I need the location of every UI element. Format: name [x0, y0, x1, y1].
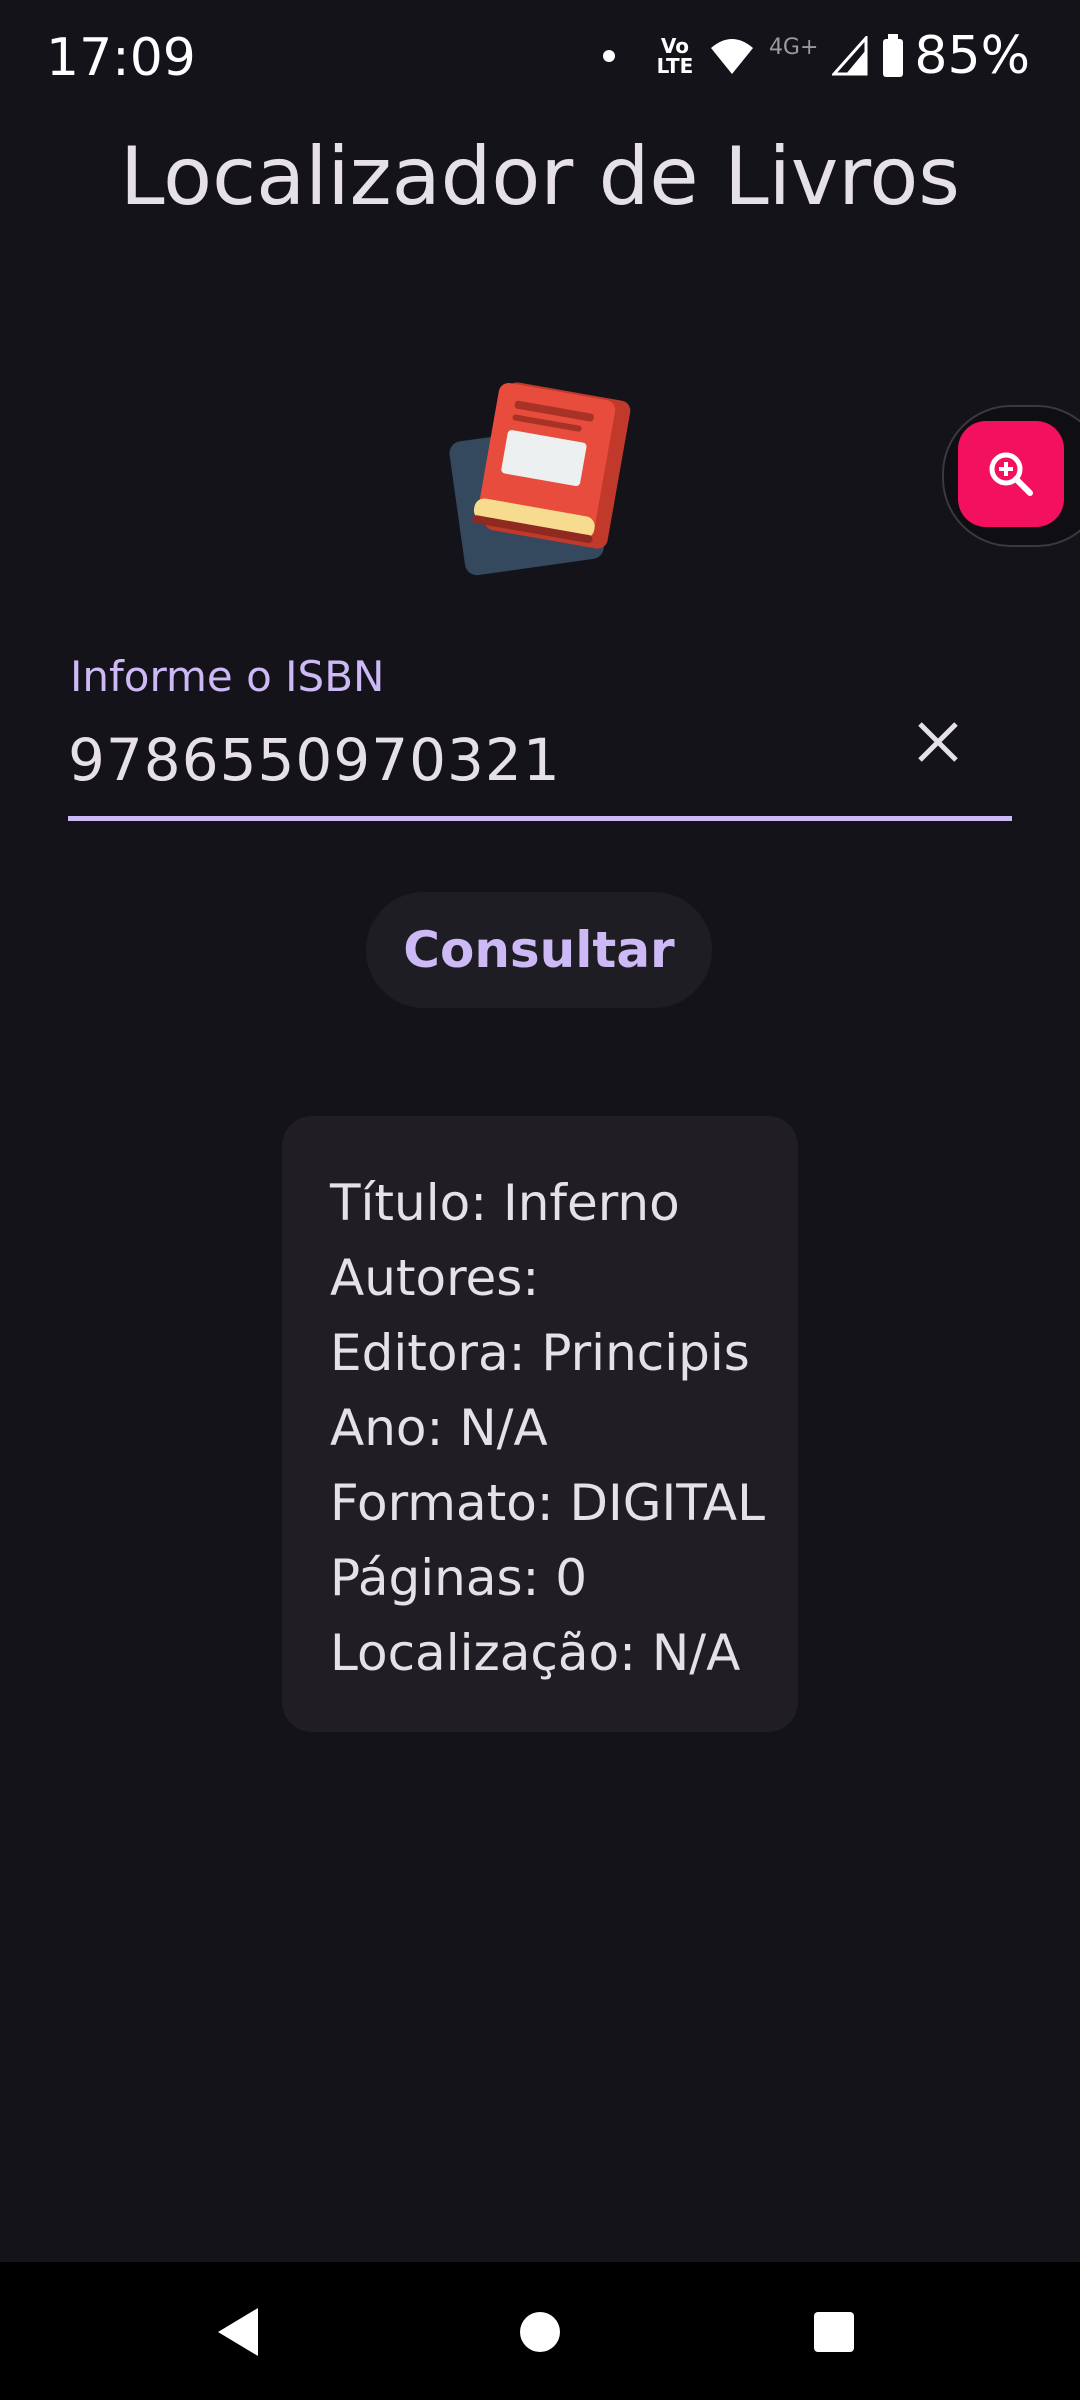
zoom-in-icon: [989, 452, 1033, 496]
wifi-icon: [710, 39, 753, 74]
isbn-input[interactable]: [68, 720, 888, 800]
close-icon: [918, 722, 958, 762]
consult-button[interactable]: Consultar: [366, 892, 712, 1008]
navigation-bar: [0, 2262, 1080, 2400]
battery-percentage: 85%: [914, 26, 1030, 86]
signal-icon: [832, 36, 868, 76]
zoom-button[interactable]: [958, 421, 1064, 527]
home-icon[interactable]: [520, 2312, 560, 2352]
page-title: Localizador de Livros: [120, 130, 960, 223]
book-stack-icon: [449, 382, 631, 576]
recents-icon[interactable]: [814, 2312, 854, 2352]
app-screen: 17:09 Vo LTE 4G+ 85% Localizador de Livr…: [0, 0, 1080, 2400]
result-publisher: Editora: Principis: [330, 1324, 750, 1382]
result-card: Título: Inferno Autores: Editora: Princi…: [282, 1116, 798, 1732]
status-bar: 17:09 Vo LTE 4G+ 85%: [0, 0, 1080, 115]
result-title: Título: Inferno: [330, 1174, 680, 1232]
volte-icon: Vo LTE: [656, 34, 694, 78]
result-location: Localização: N/A: [330, 1624, 741, 1682]
notification-dot-icon: [602, 50, 615, 62]
result-authors: Autores:: [330, 1249, 540, 1307]
result-list: Título: Inferno Autores: Editora: Princi…: [330, 1166, 765, 1691]
status-time: 17:09: [46, 28, 196, 88]
status-icons: Vo LTE 4G+ 85%: [602, 24, 1030, 88]
result-format: Formato: DIGITAL: [330, 1474, 765, 1532]
network-type-label: 4G+: [768, 34, 819, 60]
back-icon[interactable]: [218, 2308, 258, 2356]
clear-button[interactable]: [898, 702, 978, 782]
isbn-field-underline: [68, 816, 1012, 821]
result-year: Ano: N/A: [330, 1399, 548, 1457]
isbn-field-label: Informe o ISBN: [70, 652, 385, 701]
battery-icon: [883, 34, 904, 77]
isbn-field: Informe o ISBN: [68, 640, 1012, 824]
result-pages: Páginas: 0: [330, 1549, 588, 1607]
